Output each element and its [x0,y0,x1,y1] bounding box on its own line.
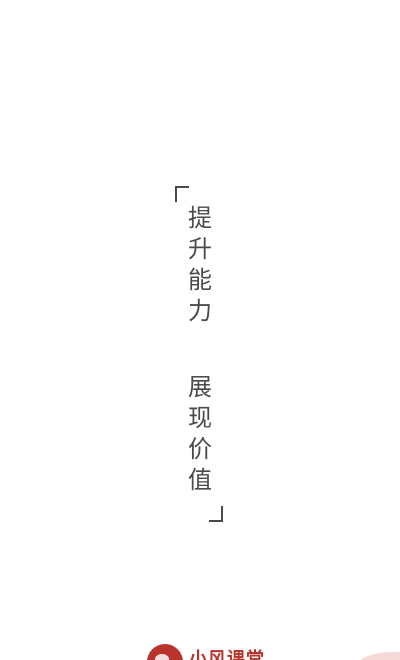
decorative-circle [352,652,400,660]
slogan-char: 现 [188,404,212,432]
corner-bracket-top-left-icon [175,186,189,202]
slogan-char: 升 [188,235,212,263]
slogan-char: 提 [188,204,212,232]
slogan-line-2: 展 现 价 值 [186,372,214,496]
slogan-char: 力 [188,297,212,325]
slogan-char: 值 [188,466,212,494]
brand-footer: 小风课堂 [147,644,265,660]
corner-bracket-bottom-right-icon [209,506,223,522]
slogan-char: 价 [188,435,212,463]
slogan-char: 能 [188,266,212,294]
splash-screen: 提 升 能 力 展 现 价 值 小风课堂 [0,0,400,660]
brand-logo-icon [147,644,183,660]
slogan-char: 展 [188,373,212,401]
brand-name: 小风课堂 [189,649,265,660]
slogan-line-1: 提 升 能 力 [186,203,214,327]
